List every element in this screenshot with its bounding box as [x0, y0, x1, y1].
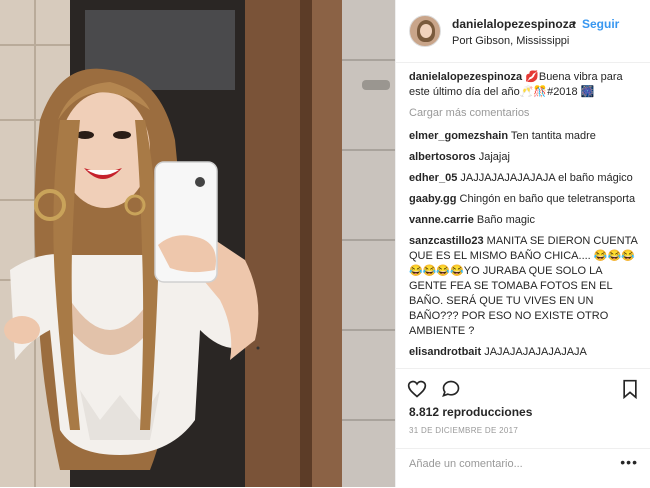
heart-icon[interactable]: [407, 379, 427, 399]
header-separator: •: [572, 16, 577, 30]
comment-text: Jajajaj: [478, 151, 510, 163]
instagram-post: danielalopezespinoza • Seguir Port Gibso…: [0, 0, 650, 487]
add-comment-input[interactable]: Añade un comentario...: [409, 458, 523, 470]
post-header: danielalopezespinoza • Seguir Port Gibso…: [396, 0, 650, 63]
comment-text: Baño magic: [476, 214, 535, 226]
comment-username[interactable]: edher_05: [409, 172, 457, 184]
comment-item: elmer_gomezshain Ten tantita madre: [409, 129, 641, 144]
comment-username[interactable]: albertosoros: [409, 151, 476, 163]
comment-item: gaaby.gg Chingón en baño que teletranspo…: [409, 192, 641, 207]
comment-username[interactable]: elisandrotbait: [409, 346, 481, 358]
comment-text: MANITA SE DIERON CUENTA QUE ES EL MISMO …: [409, 235, 638, 337]
header-username[interactable]: danielalopezespinoza: [452, 17, 575, 31]
location-link[interactable]: Port Gibson, Mississippi: [452, 35, 569, 47]
comment-item: vanne.carrie Baño magic: [409, 213, 641, 228]
ellipsis-icon[interactable]: •••: [620, 454, 638, 470]
follow-button[interactable]: Seguir: [582, 17, 619, 31]
comment-item: edher_05 JAJJAJAJAJAJAJA el baño mágico: [409, 171, 641, 186]
post-actions: 8.812 reproducciones 31 DE DICIEMBRE DE …: [396, 368, 650, 459]
caption: danielalopezespinoza 💋Buena vibra para e…: [409, 70, 641, 100]
avatar[interactable]: [409, 15, 441, 47]
comment-text: JAJAJAJAJAJAJAJA: [484, 346, 587, 358]
comment-username[interactable]: gaaby.gg: [409, 193, 456, 205]
bookmark-icon[interactable]: [620, 379, 640, 399]
comment-text: Ten tantita madre: [510, 130, 596, 142]
add-comment-bar: Añade un comentario... •••: [396, 448, 650, 488]
caption-username[interactable]: danielalopezespinoza: [409, 71, 522, 83]
comment-icon[interactable]: [441, 379, 461, 399]
post-date: 31 DE DICIEMBRE DE 2017: [409, 426, 519, 435]
comment-item: albertosoros Jajajaj: [409, 150, 641, 165]
comment-username[interactable]: sanzcastillo23: [409, 235, 484, 247]
comment-item: elisandrotbait JAJAJAJAJAJAJAJA: [409, 345, 641, 360]
load-more-comments[interactable]: Cargar más comentarios: [409, 106, 641, 121]
comment-username[interactable]: elmer_gomezshain: [409, 130, 508, 142]
selfie-image: [0, 0, 395, 487]
comment-username[interactable]: vanne.carrie: [409, 214, 474, 226]
comment-text: Chingón en baño que teletransporta: [459, 193, 636, 205]
view-count[interactable]: 8.812 reproducciones: [409, 405, 532, 419]
post-photo[interactable]: [0, 0, 395, 487]
side-panel: danielalopezespinoza • Seguir Port Gibso…: [395, 0, 650, 487]
comment-item: sanzcastillo23 MANITA SE DIERON CUENTA Q…: [409, 234, 641, 339]
comments-list[interactable]: danielalopezespinoza 💋Buena vibra para e…: [409, 70, 641, 368]
comment-text: JAJJAJAJAJAJAJA el baño mágico: [460, 172, 633, 184]
